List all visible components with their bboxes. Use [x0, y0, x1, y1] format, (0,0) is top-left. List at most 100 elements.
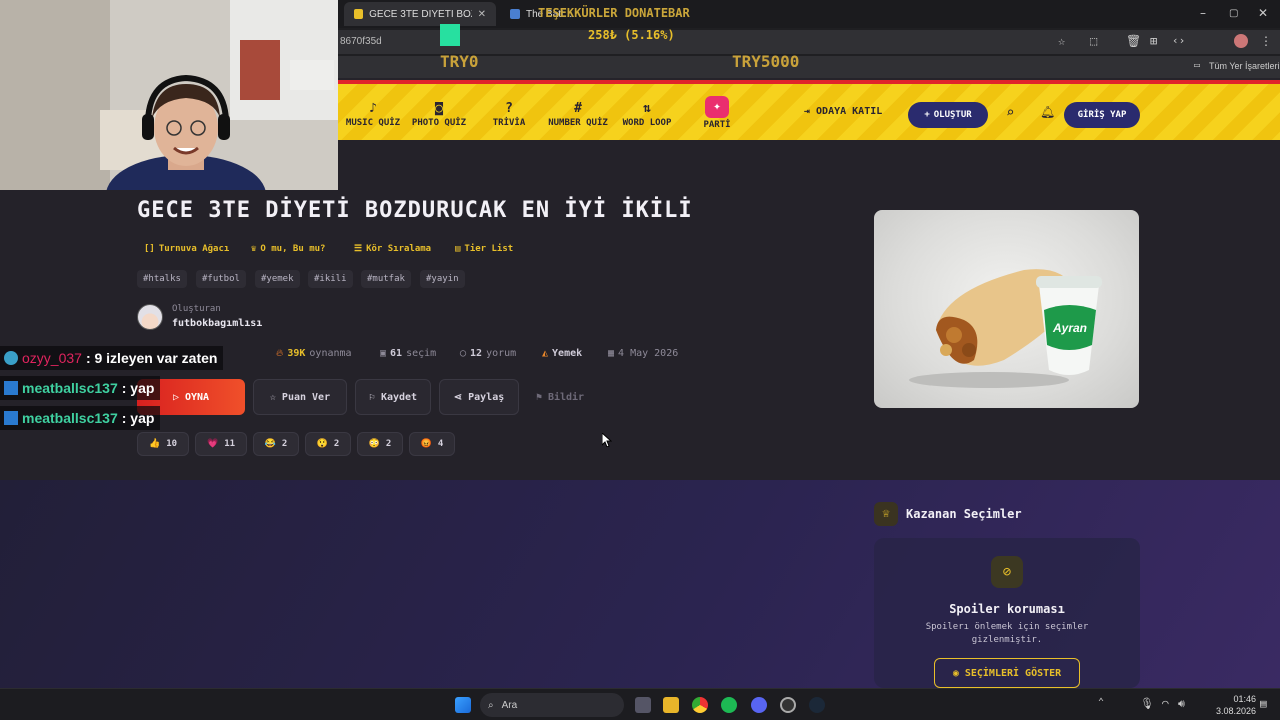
category-stat[interactable]: ◭ Yemek	[542, 348, 582, 359]
create-button[interactable]: + OLUŞTUR	[908, 102, 988, 128]
clock-time[interactable]: 01:46	[1226, 694, 1256, 704]
rate-button[interactable]: ☆ Puan Ver	[253, 379, 347, 415]
file-explorer-icon[interactable]	[663, 697, 679, 713]
donation-progress-text: 258₺ (5.16%)	[588, 28, 675, 42]
start-icon[interactable]	[455, 697, 471, 713]
comments-stat[interactable]: ◯ 12 yorum	[460, 348, 516, 359]
spotify-icon[interactable]	[721, 697, 737, 713]
chat-text: : yap	[121, 410, 155, 426]
reaction-count: 2	[333, 439, 340, 449]
tag[interactable]: #ikili	[308, 270, 353, 288]
chat-message: meatballsc137 : yap	[0, 376, 161, 400]
nav-number-quiz[interactable]: # NUMBER QUİZ	[543, 100, 613, 128]
nav-word-loop[interactable]: ⇅ WORD LOOP	[612, 100, 682, 128]
streamer-webcam	[0, 0, 338, 190]
tray-chevron-icon[interactable]: ⌃	[1098, 697, 1104, 708]
reaction-flushed[interactable]: 😳 2	[357, 432, 403, 456]
profile-icon[interactable]	[1234, 34, 1248, 48]
obs-icon[interactable]	[780, 697, 796, 713]
menu-kebab-icon[interactable]: ⋮	[1260, 34, 1272, 48]
mode-label: Kör Sıralama	[366, 244, 432, 254]
show-choices-label: SEÇİMLERİ GÖSTER	[964, 667, 1062, 679]
close-window-icon[interactable]: ✕	[1258, 6, 1268, 20]
grid-icon[interactable]: ⊞	[1150, 34, 1157, 48]
mode-this-or-that[interactable]: ♛ O mu, Bu mu?	[251, 240, 325, 258]
creator-name[interactable]: futbokbagımlısı	[172, 318, 262, 329]
maximize-icon[interactable]: ▢	[1229, 8, 1238, 19]
join-room-label: ODAYA KATIL	[816, 106, 883, 117]
mode-tournament[interactable]: [] Turnuva Ağacı	[144, 240, 229, 258]
reaction-angry[interactable]: 😡 4	[409, 432, 455, 456]
wow-icon: 😲	[316, 439, 328, 449]
page-title: GECE 3TE DİYETİ BOZDURUCAK EN İYİ İKİLİ	[137, 198, 693, 223]
bracket-icon: []	[144, 244, 155, 254]
tag[interactable]: #yayin	[420, 270, 465, 288]
join-room-button[interactable]: ⇥ ODAYA KATIL	[804, 106, 882, 117]
reaction-love[interactable]: 💗 11	[195, 432, 247, 456]
eye-off-icon: ⊘	[991, 556, 1023, 588]
nav-party[interactable]: ✦ PARTİ	[682, 96, 752, 130]
bell-icon[interactable]: 🔔︎	[1040, 105, 1055, 119]
trash-icon[interactable]: 🗑	[1126, 34, 1141, 48]
clock-date[interactable]: 3.08.2026	[1206, 706, 1256, 716]
report-button[interactable]: ⚑ Bildir	[527, 379, 593, 415]
star-icon[interactable]: ☆	[1058, 34, 1065, 48]
taskbar-search[interactable]: ⌕ Ara	[480, 693, 624, 717]
extensions-icon[interactable]: ⬚	[1090, 34, 1097, 48]
fire-icon: 🔥︎	[276, 348, 284, 359]
minimize-icon[interactable]: –	[1200, 6, 1206, 20]
spoiler-title: Spoiler koruması	[949, 602, 1065, 616]
tag[interactable]: #htalks	[137, 270, 187, 288]
nav-photo-quiz[interactable]: ◙ PHOTO QUİZ	[404, 100, 474, 128]
date-value: 4 May 2026	[618, 348, 679, 359]
reaction-like[interactable]: 👍 10	[137, 432, 189, 456]
chat-username: ozyy_037	[22, 350, 82, 366]
nav-trivia[interactable]: ? TRİVİA	[474, 100, 544, 128]
tag[interactable]: #mutfak	[361, 270, 411, 288]
donation-goal-overlay: TEŞEKKÜRLER DONATEBAR 258₺ (5.16%) TRY0 …	[438, 2, 814, 72]
show-choices-button[interactable]: ◉ SEÇİMLERİ GÖSTER	[934, 658, 1080, 688]
login-button[interactable]: GİRİŞ YAP	[1064, 102, 1140, 128]
all-bookmarks[interactable]: Tüm Yer İşaretleri	[1209, 61, 1280, 71]
avatar[interactable]	[137, 304, 163, 330]
login-arrow-icon: ⇥	[804, 106, 811, 117]
save-button[interactable]: ⚐ Kaydet	[355, 379, 431, 415]
share-button[interactable]: ⋖ Paylaş	[439, 379, 519, 415]
code-icon[interactable]: ‹›	[1172, 34, 1185, 47]
mode-label: Tier List	[464, 244, 514, 254]
party-icon: ✦	[705, 96, 729, 118]
mode-blind-ranking[interactable]: ☰ Kör Sıralama	[354, 240, 431, 258]
choices-value: 61	[390, 348, 403, 359]
mode-tier-list[interactable]: ▤ Tier List	[455, 240, 513, 258]
mode-label: O mu, Bu mu?	[260, 244, 326, 254]
webcam-scene-illustration	[0, 0, 338, 190]
discord-icon[interactable]	[751, 697, 767, 713]
choices-stat: ▣ 61 seçim	[380, 348, 436, 359]
chrome-icon[interactable]	[692, 697, 708, 713]
nav-music-quiz[interactable]: ♪ MUSIC QUİZ	[338, 100, 408, 128]
heart-icon: 💗	[206, 439, 219, 449]
thumbs-up-icon: 👍	[148, 439, 161, 449]
comment-icon: ◯	[460, 348, 467, 359]
image-icon: ▣	[380, 348, 387, 359]
wifi-icon[interactable]: ◠	[1162, 697, 1169, 710]
tag[interactable]: #yemek	[255, 270, 300, 288]
create-label: OLUŞTUR	[933, 110, 972, 120]
notification-icon[interactable]: ▤	[1260, 697, 1267, 710]
tier-icon: ▤	[455, 244, 461, 254]
url-text[interactable]: 8670f35d	[340, 36, 382, 47]
tag[interactable]: #futbol	[196, 270, 246, 288]
svg-text:Ayran: Ayran	[1052, 321, 1087, 335]
share-label: Paylaş	[468, 391, 505, 403]
reaction-laugh[interactable]: 😂 2	[253, 432, 299, 456]
steam-icon[interactable]	[809, 697, 825, 713]
spoiler-description: Spoilerı önlemek için seçimler	[925, 622, 1089, 632]
volume-icon[interactable]: 🔊︎	[1178, 697, 1185, 711]
reaction-count: 11	[224, 439, 236, 449]
search-icon[interactable]: ⌕	[1006, 105, 1014, 121]
task-view-icon[interactable]	[635, 697, 651, 713]
donation-goal: TRY5000	[732, 52, 800, 71]
reaction-wow[interactable]: 😲 2	[305, 432, 351, 456]
mouse-cursor-icon	[602, 433, 612, 447]
share-icon: ⋖	[453, 391, 463, 403]
